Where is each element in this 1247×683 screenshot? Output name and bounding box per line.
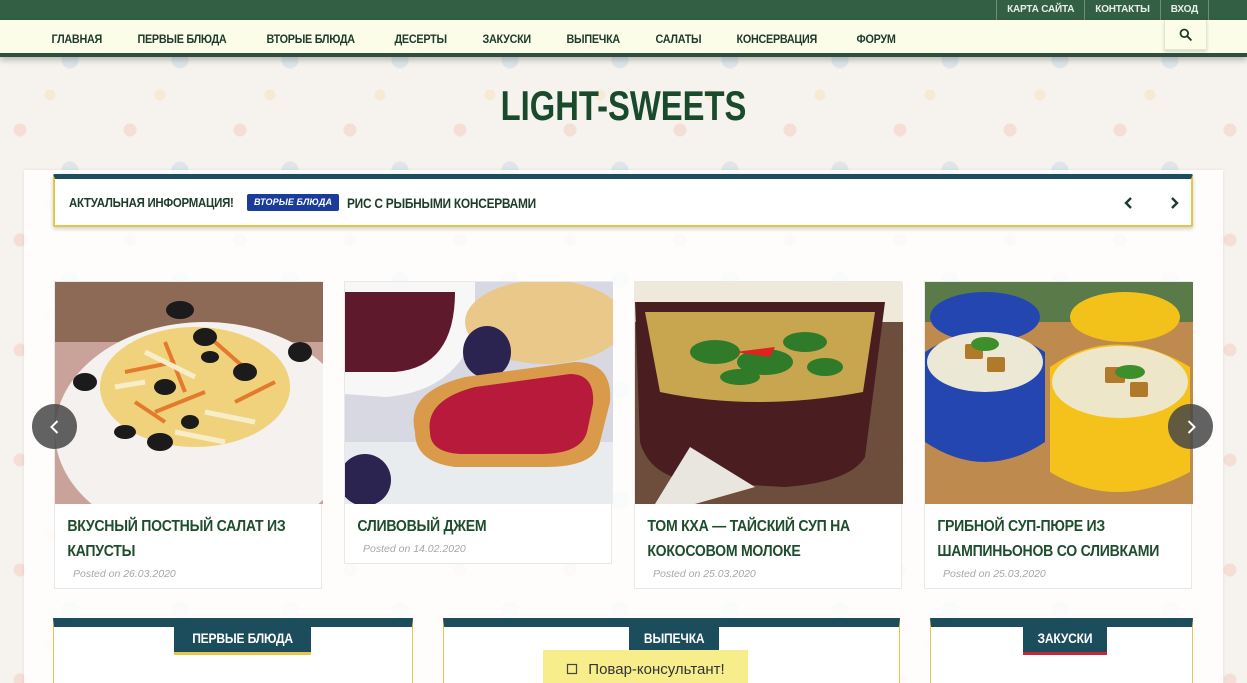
nav-item-second-courses[interactable]: ВТОРЫЕ БЛЮДА [253, 20, 368, 57]
search-icon [1179, 28, 1192, 41]
post-card[interactable]: ГРИБНОЙ СУП-ПЮРЕ ИЗ ШАМПИНЬОНОВ СО СЛИВК… [924, 281, 1193, 589]
chat-icon [567, 663, 578, 675]
post-title[interactable]: ВКУСНЫЙ ПОСТНЫЙ САЛАТ ИЗ КАПУСТЫ [55, 504, 310, 564]
chevron-right-icon[interactable] [1166, 195, 1182, 211]
site-title[interactable]: LIGHT-SWEETS [137, 82, 1110, 130]
contacts-link[interactable]: КОНТАКТЫ [1084, 0, 1159, 20]
ticker-label: АКТУАЛЬНАЯ ИНФОРМАЦИЯ! [69, 195, 234, 210]
nav-item-home[interactable]: ГЛАВНАЯ [38, 20, 116, 57]
nav-item-snacks[interactable]: ЗАКУСКИ [469, 20, 544, 57]
top-bar: КАРТА САЙТА КОНТАКТЫ ВХОД [0, 0, 1247, 20]
chevron-right-icon [1187, 419, 1196, 434]
widget-first-courses: ПЕРВЫЕ БЛЮДА [53, 618, 413, 683]
post-card[interactable]: СЛИВОВЫЙ ДЖЕМ Posted on 14.02.2020 [344, 281, 613, 564]
chef-consultant-button[interactable]: Повар-консультант! [543, 650, 748, 683]
post-title[interactable]: ТОМ КХА — ТАЙСКИЙ СУП НА КОКОСОВОМ МОЛОК… [635, 504, 890, 564]
login-link[interactable]: ВХОД [1159, 0, 1209, 20]
nav-item-preserves[interactable]: КОНСЕРВАЦИЯ [723, 20, 831, 57]
ticker-category-badge[interactable]: ВТОРЫЕ БЛЮДА [247, 194, 340, 211]
post-thumbnail[interactable] [55, 282, 323, 504]
nav-menu: ГЛАВНАЯ ПЕРВЫЕ БЛЮДА ВТОРЫЕ БЛЮДА ДЕСЕРТ… [38, 20, 916, 57]
post-date: Posted on 25.03.2020 [653, 568, 756, 580]
nav-item-forum[interactable]: ФОРУМ [843, 20, 909, 57]
nav-item-desserts[interactable]: ДЕСЕРТЫ [381, 20, 460, 57]
post-thumbnail[interactable] [635, 282, 903, 504]
widget-title[interactable]: ПЕРВЫЕ БЛЮДА [174, 623, 312, 655]
widget-snacks: ЗАКУСКИ [930, 618, 1193, 683]
top-links: КАРТА САЙТА КОНТАКТЫ ВХОД [996, 0, 1209, 20]
chevron-left-icon[interactable] [1121, 195, 1137, 211]
post-date: Posted on 25.03.2020 [943, 568, 1046, 580]
widget-title[interactable]: ЗАКУСКИ [1023, 623, 1107, 655]
slider-next-button[interactable] [1168, 404, 1213, 449]
nav-item-baking[interactable]: ВЫПЕЧКА [553, 20, 633, 57]
main-nav: ГЛАВНАЯ ПЕРВЫЕ БЛЮДА ВТОРЫЕ БЛЮДА ДЕСЕРТ… [0, 20, 1247, 57]
post-date: Posted on 14.02.2020 [363, 543, 466, 555]
post-card[interactable]: ТОМ КХА — ТАЙСКИЙ СУП НА КОКОСОВОМ МОЛОК… [634, 281, 903, 589]
post-title[interactable]: ГРИБНОЙ СУП-ПЮРЕ ИЗ ШАМПИНЬОНОВ СО СЛИВК… [925, 504, 1180, 564]
nav-item-salads[interactable]: САЛАТЫ [642, 20, 715, 57]
consultant-label: Повар-консультант! [588, 660, 725, 678]
post-date: Posted on 26.03.2020 [73, 568, 176, 580]
chevron-left-icon [49, 419, 58, 434]
post-thumbnail[interactable] [345, 282, 613, 504]
search-button[interactable] [1164, 20, 1207, 50]
sitemap-link[interactable]: КАРТА САЙТА [996, 0, 1084, 20]
post-title[interactable]: СЛИВОВЫЙ ДЖЕМ [345, 504, 600, 539]
slider-prev-button[interactable] [32, 404, 77, 449]
news-ticker: АКТУАЛЬНАЯ ИНФОРМАЦИЯ! ВТОРЫЕ БЛЮДА РИС … [53, 174, 1193, 227]
ticker-headline[interactable]: РИС С РЫБНЫМИ КОНСЕРВАМИ [347, 195, 536, 211]
post-card[interactable]: ВКУСНЫЙ ПОСТНЫЙ САЛАТ ИЗ КАПУСТЫ Posted … [54, 281, 323, 589]
post-thumbnail[interactable] [925, 282, 1193, 504]
nav-item-first-courses[interactable]: ПЕРВЫЕ БЛЮДА [124, 20, 240, 57]
